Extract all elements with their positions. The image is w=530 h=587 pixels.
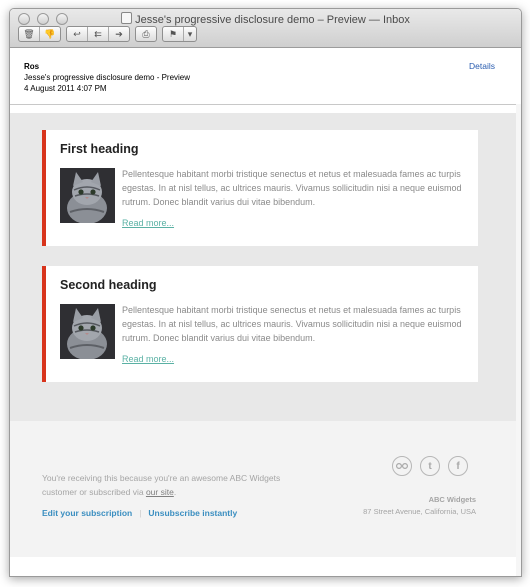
card-body-text: Pellentesque habitant morbi tristique se…	[122, 305, 462, 343]
our-site-link[interactable]: our site	[146, 487, 174, 497]
window-title: Jesse's progressive disclosure demo – Pr…	[10, 12, 521, 26]
flag-icon: ⚑	[163, 27, 184, 41]
card-heading: First heading	[60, 142, 139, 156]
bottom-strip	[10, 557, 516, 576]
message-header: Ros Jesse's progressive disclosure demo …	[10, 48, 521, 105]
flickr-icon[interactable]	[392, 456, 412, 476]
twitter-icon[interactable]: t	[420, 456, 440, 476]
document-icon	[121, 12, 133, 24]
unsubscribe-link[interactable]: Unsubscribe instantly	[148, 508, 237, 518]
social-icons: t f	[392, 456, 468, 476]
facebook-icon[interactable]: f	[448, 456, 468, 476]
print-icon: ⎙	[142, 29, 150, 39]
title-bar: Jesse's progressive disclosure demo – Pr…	[10, 9, 521, 48]
junk-icon[interactable]: 👎	[40, 27, 60, 41]
flag-button[interactable]: ⚑ ▾	[162, 26, 197, 42]
footer-links: Edit your subscription | Unsubscribe insta…	[42, 508, 237, 518]
window-title-text: Jesse's progressive disclosure demo – Pr…	[135, 14, 410, 26]
email-body: First heading Pellentesque habitant morb…	[10, 105, 516, 576]
content-area: First heading Pellentesque habitant morb…	[10, 105, 516, 421]
message-date: 4 August 2011 4:07 PM	[24, 84, 107, 93]
kitten-image	[60, 304, 115, 359]
kitten-image	[60, 168, 115, 223]
chevron-down-icon[interactable]: ▾	[184, 27, 196, 41]
details-link[interactable]: Details	[469, 61, 495, 71]
company-info: ABC Widgets 87 Street Avenue, California…	[363, 494, 476, 518]
read-more-link[interactable]: Read more...	[122, 354, 174, 364]
link-separator: |	[139, 508, 142, 518]
notice-end: .	[173, 487, 177, 497]
reply-all-icon[interactable]: ⇇	[88, 27, 109, 41]
scrollbar[interactable]	[516, 104, 521, 576]
company-address: 87 Street Avenue, California, USA	[363, 507, 476, 516]
content-card: First heading Pellentesque habitant morb…	[42, 130, 478, 246]
forward-icon[interactable]: ➔	[109, 27, 129, 41]
sender-name: Ros	[24, 62, 40, 71]
reply-icon[interactable]: ↩	[67, 27, 88, 41]
edit-subscription-link[interactable]: Edit your subscription	[42, 508, 132, 518]
trash-icon[interactable]: 🗑	[19, 27, 40, 41]
toolbar: 🗑 👎 ↩ ⇇ ➔ ⎙ ⚑ ▾	[18, 26, 197, 42]
email-footer: You're receiving this because you're an …	[10, 421, 516, 557]
card-body-text: Pellentesque habitant morbi tristique se…	[122, 169, 462, 207]
read-more-link[interactable]: Read more...	[122, 218, 174, 228]
delete-junk-group: 🗑 👎	[18, 26, 61, 42]
message-subject: Jesse's progressive disclosure demo - Pr…	[24, 73, 191, 82]
subscription-notice: You're receiving this because you're an …	[42, 471, 302, 499]
content-card: Second heading Pellentesque habitant mor…	[42, 266, 478, 382]
company-name: ABC Widgets	[428, 495, 476, 504]
reply-group: ↩ ⇇ ➔	[66, 26, 130, 42]
print-button[interactable]: ⎙	[135, 26, 157, 42]
mail-window: Jesse's progressive disclosure demo – Pr…	[9, 8, 522, 577]
card-heading: Second heading	[60, 278, 157, 292]
